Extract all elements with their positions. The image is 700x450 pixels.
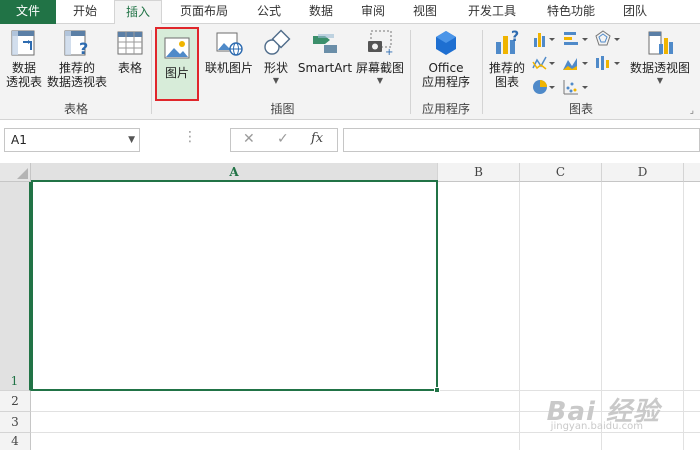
pivot-chart-button[interactable]: 数据透视图 ▼	[627, 28, 693, 86]
row-header-3[interactable]: 3	[0, 412, 31, 433]
dialog-launcher-icon[interactable]: ⌟	[690, 106, 694, 116]
group-label-apps: 应用程序	[421, 102, 470, 116]
tab-formulas[interactable]: 公式	[246, 0, 292, 24]
svg-text:?: ?	[511, 29, 519, 45]
fill-handle[interactable]	[434, 387, 440, 393]
tab-developer[interactable]: 开发工具	[456, 0, 528, 24]
column-header-c[interactable]: C	[520, 163, 602, 182]
office-apps-button[interactable]: Office 应用程序	[414, 28, 478, 89]
bar-chart-icon[interactable]	[562, 30, 590, 48]
chevron-down-icon: ▼	[656, 76, 664, 85]
svg-text:+: +	[385, 47, 393, 58]
pivot-table-button[interactable]: 数据 透视表	[4, 28, 44, 89]
pivot-table-icon	[11, 30, 35, 56]
screenshot-button[interactable]: + 屏幕截图 ▼	[354, 28, 406, 86]
name-box-value: A1	[11, 133, 27, 147]
watermark: Bai 经验 jingyan.baidu.com	[547, 391, 660, 432]
tab-special-features[interactable]: 特色功能	[536, 0, 606, 24]
radar-chart-icon[interactable]	[594, 30, 622, 48]
online-picture-label: 联机图片	[204, 61, 253, 75]
group-label-tables: 表格	[63, 102, 88, 116]
row-header-1[interactable]: 1	[0, 182, 31, 391]
online-picture-button[interactable]: 联机图片	[203, 28, 255, 76]
picture-label: 图片	[164, 66, 189, 80]
group-separator	[151, 30, 152, 114]
line-chart-icon[interactable]	[532, 54, 556, 72]
name-box[interactable]: A1 ▼	[4, 128, 140, 152]
svg-text:?: ?	[79, 39, 88, 58]
row-header-4[interactable]: 4	[0, 433, 31, 450]
recommended-pivot-icon: ?	[64, 30, 88, 58]
group-separator	[410, 30, 411, 114]
recommended-pivot-label: 推荐的 数据透视表	[46, 61, 107, 89]
recommended-charts-icon: ?	[496, 29, 519, 54]
tab-file[interactable]: 文件	[0, 0, 56, 24]
column-header-b[interactable]: B	[438, 163, 520, 182]
recommended-pivot-button[interactable]: ? 推荐的 数据透视表	[46, 28, 108, 89]
office-apps-label: Office 应用程序	[421, 61, 470, 89]
pivot-chart-icon	[648, 31, 673, 55]
screenshot-icon: +	[368, 30, 393, 58]
smartart-label: SmartArt	[297, 61, 353, 75]
group-label-illustrations: 插图	[270, 102, 295, 116]
tab-data[interactable]: 数据	[298, 0, 344, 24]
chevron-down-icon: ▼	[376, 76, 384, 85]
resize-handle-icon[interactable]: ⋮	[183, 130, 197, 144]
worksheet-grid: A B C D 1 2 3 4 Bai 经验 jingyan.baidu.com	[0, 160, 700, 450]
area-chart-icon[interactable]	[562, 54, 590, 72]
group-separator	[482, 30, 483, 114]
office-apps-icon	[436, 31, 456, 55]
tab-insert[interactable]: 插入	[114, 0, 162, 25]
smartart-icon	[313, 34, 337, 53]
select-all-button[interactable]	[0, 163, 31, 182]
formula-input[interactable]	[343, 128, 700, 152]
ribbon-tab-bar: 文件 开始 插入 页面布局 公式 数据 审阅 视图 开发工具 特色功能 团队	[0, 0, 700, 25]
column-chart-icon[interactable]	[532, 30, 556, 48]
group-label-charts: 图表	[568, 102, 593, 116]
chevron-down-icon: ▼	[272, 76, 280, 85]
tab-team[interactable]: 团队	[614, 0, 656, 24]
column-header-d[interactable]: D	[602, 163, 684, 182]
tab-home[interactable]: 开始	[60, 0, 110, 24]
ribbon: 数据 透视表 ? 推荐的 数据透视表 表格 表格 图片 联机图片 形状 ▼ Sm…	[0, 24, 700, 120]
pivot-chart-label: 数据透视图	[629, 61, 690, 75]
insert-function-icon[interactable]: fx	[311, 131, 323, 146]
gridline	[31, 432, 700, 433]
selected-cell-a1[interactable]	[31, 180, 440, 393]
table-label: 表格	[117, 61, 142, 75]
watermark-url: jingyan.baidu.com	[550, 421, 643, 432]
screenshot-label: 屏幕截图	[355, 61, 404, 75]
gridline	[519, 182, 520, 450]
column-header-next[interactable]	[684, 163, 700, 182]
recommended-charts-label: 推荐的 图表	[488, 61, 525, 89]
cancel-icon[interactable]: ✕	[243, 131, 255, 147]
gridline	[683, 182, 684, 450]
select-all-icon	[17, 168, 28, 179]
formula-buttons: ✕ ✓ fx	[230, 128, 338, 152]
online-picture-icon	[216, 32, 243, 56]
smartart-button[interactable]: SmartArt	[297, 28, 353, 76]
row-header-2[interactable]: 2	[0, 391, 31, 412]
shapes-label: 形状	[263, 61, 288, 75]
insert-picture-button[interactable]: 图片	[155, 27, 199, 101]
shapes-icon	[264, 29, 291, 55]
table-icon	[117, 31, 143, 55]
stock-chart-icon[interactable]	[594, 54, 622, 72]
pivot-table-label: 数据 透视表	[5, 61, 42, 89]
tab-page-layout[interactable]: 页面布局	[168, 0, 240, 24]
scatter-chart-icon[interactable]	[562, 78, 590, 96]
pie-chart-icon[interactable]	[532, 78, 556, 96]
picture-icon	[164, 37, 190, 59]
table-button[interactable]: 表格	[112, 28, 148, 76]
formula-bar: A1 ▼ ⋮ ✕ ✓ fx	[0, 120, 700, 160]
tab-review[interactable]: 审阅	[350, 0, 396, 24]
enter-icon[interactable]: ✓	[277, 131, 289, 147]
shapes-button[interactable]: 形状 ▼	[258, 28, 294, 86]
recommended-charts-button[interactable]: ? 推荐的 图表	[486, 28, 528, 89]
tab-view[interactable]: 视图	[402, 0, 448, 24]
chevron-down-icon[interactable]: ▼	[128, 129, 135, 151]
